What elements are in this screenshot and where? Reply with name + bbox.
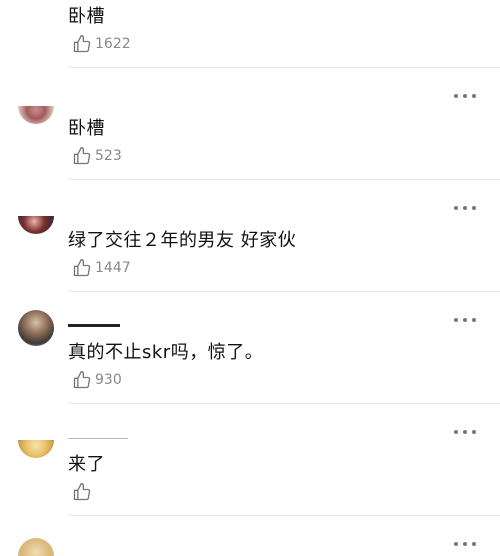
more-options-button[interactable] xyxy=(454,316,476,324)
like-count: 1622 xyxy=(95,36,131,52)
like-button[interactable]: 1622 xyxy=(72,34,131,54)
more-options-button[interactable] xyxy=(454,540,476,548)
divider xyxy=(68,179,500,180)
username-redacted xyxy=(68,438,128,445)
divider xyxy=(68,403,500,404)
avatar[interactable] xyxy=(18,538,54,556)
thumbs-up-icon xyxy=(73,371,91,389)
like-count: 1447 xyxy=(95,260,131,276)
username-redacted xyxy=(68,324,120,333)
comment-text: 真的不止skr吗，惊了。 xyxy=(68,342,264,363)
divider xyxy=(68,515,500,516)
more-dots-icon xyxy=(454,318,458,322)
more-options-button[interactable] xyxy=(454,428,476,436)
more-dots-icon xyxy=(454,430,458,434)
like-button[interactable]: 930 xyxy=(72,370,122,390)
comment-text: 来了 xyxy=(68,454,105,475)
avatar[interactable] xyxy=(18,106,54,124)
more-dots-icon xyxy=(454,542,458,546)
like-count: 523 xyxy=(95,148,122,164)
thumbs-up-icon xyxy=(73,483,91,501)
thumbs-up-icon xyxy=(73,147,91,165)
more-dots-icon xyxy=(454,206,458,210)
thumbs-up-icon xyxy=(73,259,91,277)
comment-text: 绿了交往２年的男友 好家伙 xyxy=(68,230,297,251)
avatar[interactable] xyxy=(18,310,54,346)
more-options-button[interactable] xyxy=(454,204,476,212)
like-button[interactable]: 1447 xyxy=(72,258,131,278)
like-button[interactable]: 523 xyxy=(72,146,122,166)
thumbs-up-icon xyxy=(73,35,91,53)
like-button[interactable] xyxy=(72,482,95,502)
avatar[interactable] xyxy=(18,440,54,458)
more-options-button[interactable] xyxy=(454,92,476,100)
comment-text: 卧槽 xyxy=(68,118,105,139)
divider xyxy=(68,67,500,68)
comment-text: 卧槽 xyxy=(68,6,105,27)
comment-feed: 卧槽 1622 卧槽 523 绿了交往２年的男友 好家伙 1447 真的不止sk… xyxy=(0,0,500,556)
avatar[interactable] xyxy=(18,216,54,234)
more-dots-icon xyxy=(454,94,458,98)
divider xyxy=(68,291,500,292)
like-count: 930 xyxy=(95,372,122,388)
